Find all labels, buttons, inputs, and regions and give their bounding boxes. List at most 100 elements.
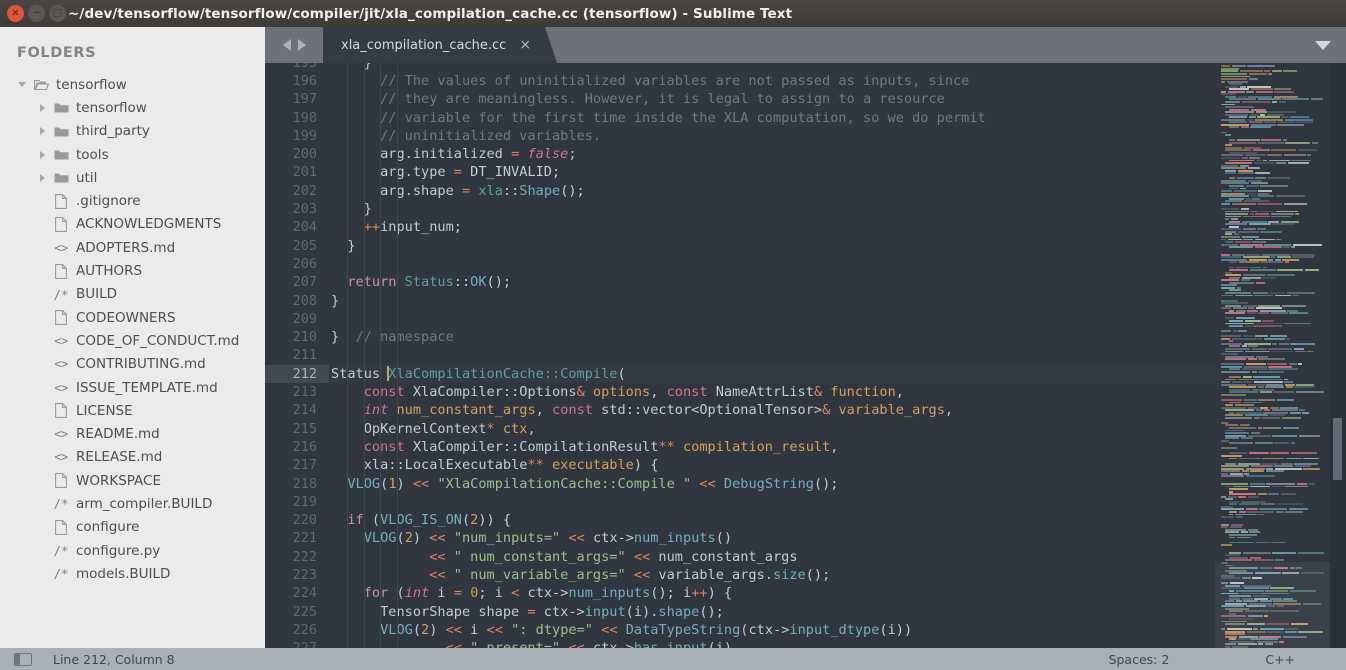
indentation-setting[interactable]: Spaces: 2 bbox=[1109, 652, 1170, 667]
tree-file-arm-compiler-build[interactable]: /* arm_compiler.BUILD bbox=[0, 492, 265, 515]
tree-file-build[interactable]: /* BUILD bbox=[0, 283, 265, 306]
code-line[interactable]: arg.initialized = false; bbox=[331, 145, 1215, 163]
code-content[interactable]: } // The values of uninitialized variabl… bbox=[329, 63, 1215, 648]
file-icon bbox=[50, 519, 72, 535]
code-line[interactable]: } bbox=[331, 237, 1215, 255]
code-line[interactable]: for (int i = 0; i < ctx->num_inputs(); i… bbox=[331, 584, 1215, 602]
code-scroll-region[interactable]: 195 196 197 198 199 200 201 202 203 204 205 206 207 2… bbox=[265, 63, 1215, 648]
scrollbar-thumb[interactable] bbox=[1333, 418, 1342, 480]
code-token: Compile bbox=[560, 365, 618, 382]
tree-folder-util[interactable]: util bbox=[0, 166, 265, 189]
minimap-token bbox=[1225, 241, 1233, 243]
code-line[interactable]: const XlaCompiler::CompilationResult** c… bbox=[331, 438, 1215, 456]
tab-xla-compilation-cache[interactable]: xla_compilation_cache.cc × bbox=[323, 27, 557, 63]
tree-file-release-md[interactable]: <> RELEASE.md bbox=[0, 446, 265, 469]
maximize-window-icon[interactable]: □ bbox=[49, 5, 66, 22]
code-line[interactable]: ++input_num; bbox=[331, 218, 1215, 236]
tree-file-configure[interactable]: configure bbox=[0, 516, 265, 539]
code-line[interactable]: int num_constant_args, const std::vector… bbox=[331, 401, 1215, 419]
nav-prev-icon[interactable] bbox=[282, 39, 291, 51]
tree-file-code-of-conduct-md[interactable]: <> CODE_OF_CONDUCT.md bbox=[0, 329, 265, 352]
code-line[interactable]: << " present=" << ctx->has_input(i) bbox=[331, 639, 1215, 648]
nav-next-icon[interactable] bbox=[297, 39, 306, 51]
build-glyph: /* bbox=[53, 496, 69, 512]
code-line[interactable]: // they are meaningless. However, it is … bbox=[331, 90, 1215, 108]
disclosure-toggle[interactable] bbox=[34, 150, 50, 159]
disclosure-toggle[interactable] bbox=[34, 127, 50, 136]
code-line[interactable] bbox=[331, 310, 1215, 328]
tab-close-icon[interactable]: × bbox=[519, 38, 531, 52]
code-line[interactable]: // The values of uninitialized variables… bbox=[331, 72, 1215, 90]
disclosure-toggle[interactable] bbox=[34, 173, 50, 182]
code-line[interactable] bbox=[331, 346, 1215, 364]
tree-file-issue-template-md[interactable]: <> ISSUE_TEMPLATE.md bbox=[0, 376, 265, 399]
code-line[interactable]: // uninitialized variables. bbox=[331, 127, 1215, 145]
tree-file-readme-md[interactable]: <> README.md bbox=[0, 422, 265, 445]
code-line[interactable]: arg.shape = xla::Shape(); bbox=[331, 182, 1215, 200]
code-line[interactable]: // variable for the first time inside th… bbox=[331, 109, 1215, 127]
tree-folder-tensorflow[interactable]: tensorflow bbox=[0, 73, 265, 96]
code-line[interactable]: } bbox=[331, 200, 1215, 218]
code-token: ( bbox=[412, 621, 422, 638]
code-token: // variable for the first time inside th… bbox=[380, 109, 986, 126]
tab-overflow-menu-button[interactable] bbox=[1300, 27, 1346, 63]
code-token: ( bbox=[617, 365, 626, 382]
tree-folder-tools[interactable]: tools bbox=[0, 143, 265, 166]
code-line[interactable]: xla::LocalExecutable** executable) { bbox=[331, 456, 1215, 474]
close-window-icon[interactable]: × bbox=[7, 5, 24, 22]
minimap-token bbox=[1247, 358, 1257, 361]
tree-file-models-build[interactable]: /* models.BUILD bbox=[0, 562, 265, 585]
minimize-window-icon[interactable]: − bbox=[28, 5, 45, 22]
code-line[interactable] bbox=[331, 255, 1215, 273]
tree-file-authors[interactable]: AUTHORS bbox=[0, 259, 265, 282]
minimap-token bbox=[1221, 330, 1231, 333]
code-line[interactable]: const XlaCompiler::Options& options, con… bbox=[331, 383, 1215, 401]
tree-file-acknowledgments[interactable]: ACKNOWLEDGMENTS bbox=[0, 213, 265, 236]
code-line[interactable]: Status XlaCompilationCache::Compile( bbox=[331, 365, 1215, 383]
code-line[interactable] bbox=[331, 493, 1215, 511]
code-line[interactable]: } bbox=[331, 292, 1215, 310]
minimap-token bbox=[1248, 72, 1267, 75]
code-line[interactable]: VLOG(2) << "num_inputs=" << ctx->num_inp… bbox=[331, 529, 1215, 547]
minimap-token bbox=[1298, 363, 1303, 366]
tree-folder-third-party[interactable]: third_party bbox=[0, 120, 265, 143]
minimap-token bbox=[1300, 572, 1324, 575]
minimap-token bbox=[1255, 307, 1282, 310]
minimap-token bbox=[1246, 312, 1257, 315]
minimap[interactable] bbox=[1215, 63, 1330, 648]
sidebar-toggle-icon[interactable] bbox=[14, 652, 32, 666]
language-mode[interactable]: C++ bbox=[1265, 652, 1295, 667]
code-line[interactable]: TensorShape shape = ctx->input(i).shape(… bbox=[331, 603, 1215, 621]
vertical-scrollbar[interactable] bbox=[1330, 63, 1346, 648]
code-line[interactable]: arg.type = DT_INVALID; bbox=[331, 163, 1215, 181]
code-line[interactable]: VLOG(2) << i << ": dtype=" << DataTypeSt… bbox=[331, 621, 1215, 639]
minimap-token bbox=[1231, 381, 1242, 384]
tree-file-contributing-md[interactable]: <> CONTRIBUTING.md bbox=[0, 353, 265, 376]
tree-file-license[interactable]: LICENSE bbox=[0, 399, 265, 422]
tree-file-adopters-md[interactable]: <> ADOPTERS.md bbox=[0, 236, 265, 259]
code-token: :: bbox=[388, 457, 405, 474]
tree-file-codeowners[interactable]: CODEOWNERS bbox=[0, 306, 265, 329]
minimap-token bbox=[1297, 551, 1324, 554]
tree-file-configure-py[interactable]: /* configure.py bbox=[0, 539, 265, 562]
disclosure-toggle[interactable] bbox=[14, 82, 30, 88]
tree-file-workspace[interactable]: WORKSPACE bbox=[0, 469, 265, 492]
minimap-token bbox=[1252, 595, 1269, 597]
code-line[interactable]: return Status::OK(); bbox=[331, 273, 1215, 291]
code-line[interactable]: << " num_variable_args=" << variable_arg… bbox=[331, 566, 1215, 584]
tree-folder-tensorflow[interactable]: tensorflow bbox=[0, 96, 265, 119]
tree-file-gitignore[interactable]: .gitignore bbox=[0, 189, 265, 212]
code-token: " present=" bbox=[470, 640, 560, 648]
minimap-token bbox=[1242, 551, 1271, 554]
tab-navigation[interactable] bbox=[265, 27, 323, 63]
code-line[interactable]: } // namespace bbox=[331, 328, 1215, 346]
code-line[interactable]: << " num_constant_args=" << num_constant… bbox=[331, 548, 1215, 566]
code-line[interactable]: if (VLOG_IS_ON(2)) { bbox=[331, 511, 1215, 529]
code-line[interactable]: VLOG(1) << "XlaCompilationCache::Compile… bbox=[331, 475, 1215, 493]
disclosure-toggle[interactable] bbox=[34, 103, 50, 112]
minimap-token bbox=[1245, 363, 1266, 366]
minimap-token bbox=[1226, 628, 1252, 631]
code-line[interactable]: OpKernelContext* ctx, bbox=[331, 420, 1215, 438]
code-token: << bbox=[429, 567, 446, 584]
code-line[interactable]: } bbox=[331, 63, 1215, 72]
